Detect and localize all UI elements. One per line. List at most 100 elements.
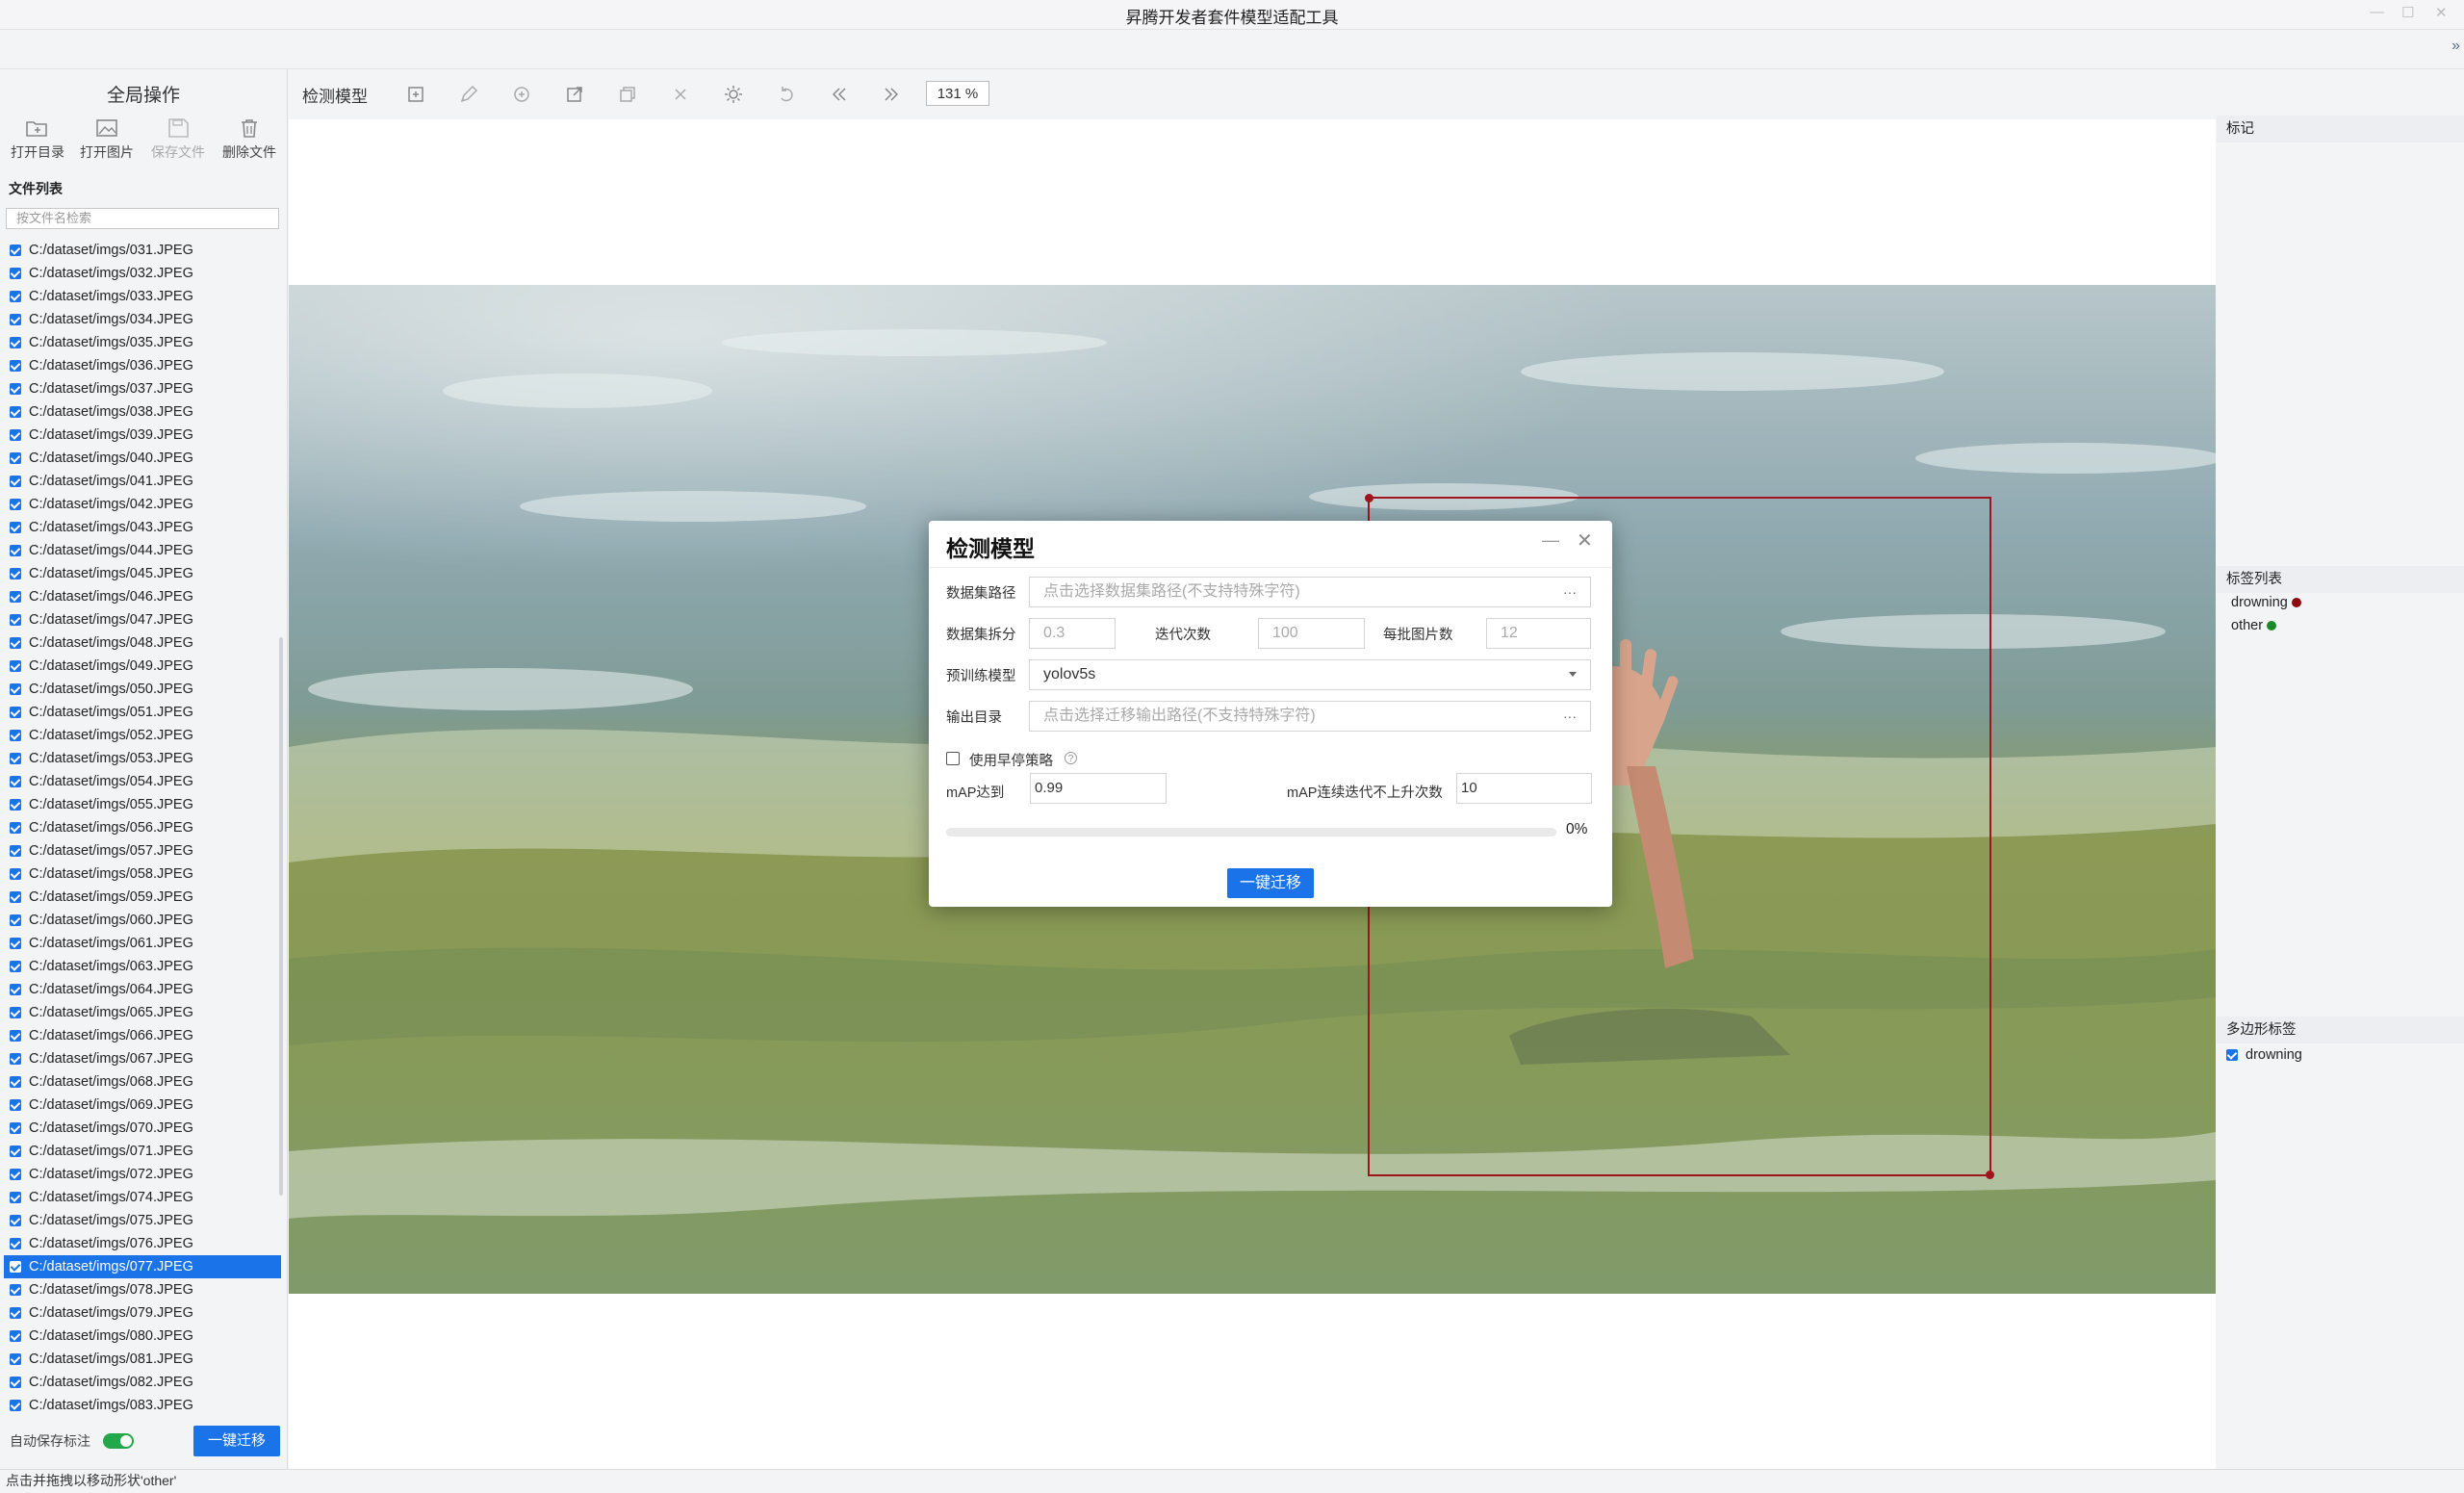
browse-icon[interactable]: ··· [1563,702,1577,731]
file-list-item[interactable]: C:/dataset/imgs/053.JPEG [4,747,281,770]
file-list-item[interactable]: C:/dataset/imgs/045.JPEG [4,562,281,585]
auto-save-toggle[interactable] [103,1433,134,1449]
dataset-split-input[interactable]: 0.3 [1029,618,1116,649]
file-checkbox[interactable] [10,337,21,348]
edit-icon[interactable] [457,83,480,106]
file-list-item[interactable]: C:/dataset/imgs/049.JPEG [4,655,281,678]
file-list-item[interactable]: C:/dataset/imgs/041.JPEG [4,470,281,493]
file-list-item[interactable]: C:/dataset/imgs/083.JPEG [4,1394,281,1417]
file-search-input[interactable]: 按文件名检索 [6,208,279,229]
file-list-item[interactable]: C:/dataset/imgs/036.JPEG [4,354,281,377]
bbox-handle-bottom-right[interactable] [1986,1171,1994,1179]
one-click-migrate-button[interactable]: 一键迁移 [193,1426,280,1456]
file-checkbox[interactable] [10,1353,21,1365]
file-list-scrollbar[interactable] [279,637,283,1196]
file-list-item[interactable]: C:/dataset/imgs/040.JPEG [4,447,281,470]
browse-icon[interactable]: ··· [1563,578,1577,606]
save-file-button[interactable]: 保存文件 [144,117,212,162]
file-checkbox[interactable] [10,961,21,972]
file-checkbox[interactable] [10,984,21,995]
file-list-item[interactable]: C:/dataset/imgs/076.JPEG [4,1232,281,1255]
file-list-item[interactable]: C:/dataset/imgs/034.JPEG [4,308,281,331]
file-checkbox[interactable] [10,545,21,556]
file-list-item[interactable]: C:/dataset/imgs/067.JPEG [4,1047,281,1070]
file-list-item[interactable]: C:/dataset/imgs/061.JPEG [4,932,281,955]
file-checkbox[interactable] [10,660,21,672]
file-checkbox[interactable] [10,868,21,880]
polygon-checkbox[interactable] [2226,1049,2238,1062]
file-list-item[interactable]: C:/dataset/imgs/077.JPEG [4,1255,281,1278]
file-list-item[interactable]: C:/dataset/imgs/068.JPEG [4,1070,281,1094]
file-checkbox[interactable] [10,245,21,256]
file-checkbox[interactable] [10,707,21,718]
file-list-item[interactable]: C:/dataset/imgs/038.JPEG [4,400,281,424]
file-checkbox[interactable] [10,845,21,857]
file-checkbox[interactable] [10,591,21,603]
file-checkbox[interactable] [10,291,21,302]
dialog-minimize-icon[interactable]: — [1542,530,1559,551]
file-checkbox[interactable] [10,799,21,811]
minimize-icon[interactable]: — [2370,4,2384,20]
dialog-close-icon[interactable]: ✕ [1577,528,1593,553]
file-checkbox[interactable] [10,429,21,441]
file-checkbox[interactable] [10,1284,21,1296]
file-checkbox[interactable] [10,938,21,949]
file-list-item[interactable]: C:/dataset/imgs/072.JPEG [4,1163,281,1186]
iterations-input[interactable]: 100 [1258,618,1365,649]
add-box-icon[interactable] [404,83,427,106]
file-list-item[interactable]: C:/dataset/imgs/081.JPEG [4,1348,281,1371]
early-stop-checkbox[interactable] [946,752,960,765]
prev-icon[interactable] [828,83,851,106]
file-checkbox[interactable] [10,476,21,487]
file-checkbox[interactable] [10,406,21,418]
file-checkbox[interactable] [10,1007,21,1018]
close-icon[interactable] [669,83,692,106]
map-patience-input[interactable]: 10 [1456,773,1592,804]
pretrained-model-select[interactable]: yolov5s [1029,659,1591,690]
maximize-icon[interactable]: ☐ [2401,4,2414,21]
file-list-item[interactable]: C:/dataset/imgs/063.JPEG [4,955,281,978]
expand-icon[interactable]: » [2451,38,2460,55]
file-list-item[interactable]: C:/dataset/imgs/070.JPEG [4,1117,281,1140]
undo-icon[interactable] [775,83,798,106]
file-list-item[interactable]: C:/dataset/imgs/080.JPEG [4,1325,281,1348]
file-checkbox[interactable] [10,360,21,372]
file-checkbox[interactable] [10,1099,21,1111]
file-checkbox[interactable] [10,1076,21,1088]
file-checkbox[interactable] [10,1377,21,1388]
file-list-item[interactable]: C:/dataset/imgs/051.JPEG [4,701,281,724]
file-checkbox[interactable] [10,1030,21,1042]
file-list-item[interactable]: C:/dataset/imgs/050.JPEG [4,678,281,701]
file-checkbox[interactable] [10,1261,21,1273]
delete-file-button[interactable]: 删除文件 [216,117,283,162]
file-checkbox[interactable] [10,776,21,787]
file-list-item[interactable]: C:/dataset/imgs/058.JPEG [4,862,281,886]
polygon-item-drowning[interactable]: drowning [2226,1047,2302,1063]
file-checkbox[interactable] [10,1122,21,1134]
file-list-item[interactable]: C:/dataset/imgs/046.JPEG [4,585,281,608]
file-checkbox[interactable] [10,1192,21,1203]
open-image-button[interactable]: 打开图片 [73,117,141,162]
batch-size-input[interactable]: 12 [1486,618,1591,649]
file-checkbox[interactable] [10,568,21,579]
file-checkbox[interactable] [10,268,21,279]
file-checkbox[interactable] [10,1215,21,1226]
dialog-migrate-button[interactable]: 一键迁移 [1227,868,1314,898]
bbox-handle-top-left[interactable] [1365,494,1373,502]
file-checkbox[interactable] [10,614,21,626]
map-target-input[interactable]: 0.99 [1030,773,1167,804]
file-list-item[interactable]: C:/dataset/imgs/069.JPEG [4,1094,281,1117]
file-checkbox[interactable] [10,914,21,926]
file-checkbox[interactable] [10,452,21,464]
file-checkbox[interactable] [10,822,21,834]
file-checkbox[interactable] [10,1238,21,1249]
file-list-item[interactable]: C:/dataset/imgs/044.JPEG [4,539,281,562]
file-checkbox[interactable] [10,522,21,533]
file-list-item[interactable]: C:/dataset/imgs/054.JPEG [4,770,281,793]
file-list-item[interactable]: C:/dataset/imgs/075.JPEG [4,1209,281,1232]
dataset-path-input[interactable]: 点击选择数据集路径(不支持特殊字符) ··· [1029,577,1591,607]
file-checkbox[interactable] [10,891,21,903]
file-list-item[interactable]: C:/dataset/imgs/037.JPEG [4,377,281,400]
add-circle-icon[interactable] [510,83,533,106]
file-list-item[interactable]: C:/dataset/imgs/056.JPEG [4,816,281,839]
